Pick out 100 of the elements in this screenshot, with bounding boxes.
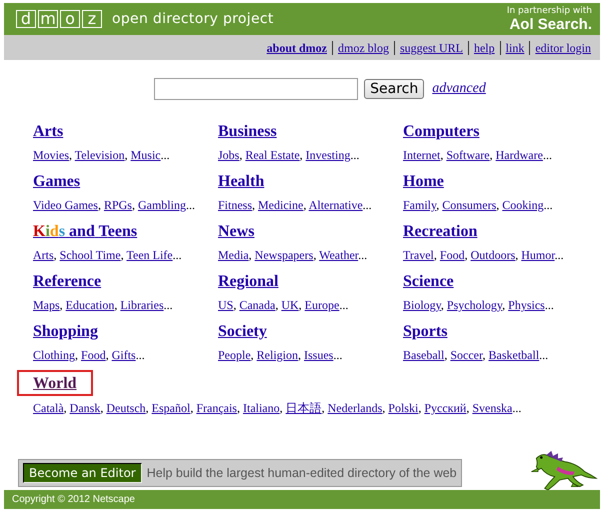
category-link[interactable]: Arts [33,123,64,140]
separator: , [146,401,149,415]
subcategory-link[interactable]: Deutsch [106,401,146,415]
subcategory-link[interactable]: Video Games [33,198,98,212]
category-link[interactable]: Reference [33,273,102,290]
separator: ... [350,148,360,162]
category-link[interactable]: World [33,375,77,392]
advanced-link[interactable]: advanced [432,81,486,97]
separator: , [64,401,67,415]
subcategory-link[interactable]: Dansk [70,401,100,415]
category-link[interactable]: Shopping [33,323,98,340]
subcategory-link[interactable]: Alternative [308,198,363,212]
separator: , [300,148,303,162]
subcategory-link[interactable]: Media [218,248,249,262]
subcategory-link[interactable]: Maps [33,298,60,312]
category-link[interactable]: Games [33,173,80,190]
subcategory-link[interactable]: Food [81,348,106,362]
copyright-text: Copyright © 2012 Netscape [12,494,135,505]
become-editor-button[interactable]: Become an Editor [23,463,142,483]
separator: , [482,348,486,362]
separator: , [233,298,236,312]
subcategory-link[interactable]: Europe [304,298,340,312]
category-link[interactable]: Computers [403,123,480,140]
subcategory-link[interactable]: Hardware [496,148,543,162]
category-link[interactable]: Kids and Teens [33,223,138,240]
subcategory-link[interactable]: Food [440,248,465,262]
separator: ... [544,198,553,212]
search-button[interactable]: Search [364,79,424,99]
nav-link[interactable]: dmoz blog [332,40,394,54]
subcategory-link[interactable]: UK [281,298,299,312]
category-link[interactable]: Society [218,323,267,340]
subcategory-link[interactable]: Français [196,401,237,415]
subcategory-link[interactable]: Physics [508,298,545,312]
subcategory-link[interactable]: Arts [33,248,54,262]
search-field[interactable] [154,78,358,100]
category-link[interactable]: Business [218,123,277,140]
subcategory-link[interactable]: Psychology [446,298,502,312]
separator: , [54,248,57,262]
separator: ... [186,198,195,212]
subcategory-link[interactable]: Internet [403,148,440,162]
nav-link[interactable]: link [500,40,530,54]
subcategory-link[interactable]: US [218,298,234,312]
subcategory-link[interactable]: Teen Life [126,248,173,262]
category-link[interactable]: Home [403,173,444,190]
category-link[interactable]: Sports [403,323,448,340]
subcategory-link[interactable]: Family [403,198,436,212]
subcategory-link[interactable]: Gambling [138,198,186,212]
nav-link[interactable]: suggest URL [394,40,468,54]
subcategory-link[interactable]: Clothing [33,348,76,362]
subcategory-link[interactable]: Gifts [112,348,136,362]
subcategory-link[interactable]: Medicine [258,198,304,212]
subcategory-link[interactable]: Television [74,148,125,162]
subcategory-link[interactable]: People [218,348,251,362]
subcategory-link[interactable]: Cooking [502,198,544,212]
subcategory-link[interactable]: Polski [388,401,418,415]
subcategory-link[interactable]: Basketball [488,348,540,362]
subcategory-link[interactable]: Humor [521,248,555,262]
category-link[interactable]: News [218,223,254,240]
subcategory-link[interactable]: Investing [306,148,350,162]
separator: , [248,248,252,262]
subcategory-link[interactable]: Religion [256,348,298,362]
separator: ... [544,298,554,312]
subcategory-link[interactable]: Software [446,148,490,162]
subcategory-link[interactable]: Canada [239,298,276,312]
subcategory-link[interactable]: Education [66,298,114,312]
category-link[interactable]: Health [218,173,264,190]
subcategory-link[interactable]: 日本語 [286,401,322,415]
subcategory-link[interactable]: School Time [60,248,121,262]
subcategory-link[interactable]: Español [152,401,190,415]
separator: ... [160,148,170,162]
subcategory-link[interactable]: Consumers [442,198,496,212]
separator: , [250,348,254,362]
subcategory-link[interactable]: Movies [33,148,69,162]
subcategory-link[interactable]: Baseball [403,348,444,362]
category-link[interactable]: Regional [218,273,278,290]
subcategory-link[interactable]: Русский [424,401,466,415]
separator: , [124,148,128,162]
subcategory-link[interactable]: Libraries [120,298,164,312]
separator: , [236,401,240,415]
category-link[interactable]: Recreation [403,223,478,240]
subcategory-link[interactable]: Nederlands [328,401,382,415]
subcategory-link[interactable]: Travel [403,248,434,262]
subcategory-link[interactable]: Fitness [218,198,252,212]
subcategory-link[interactable]: Newspapers [254,248,314,262]
subcategory-link[interactable]: Jobs [218,148,240,162]
subcategory-link[interactable]: Biology [403,298,441,312]
subcategory-link[interactable]: Outdoors [470,248,516,262]
nav-link[interactable]: editor login [529,40,596,54]
category-link[interactable]: Science [403,273,454,290]
subcategory-link[interactable]: Català [33,401,64,415]
subcategory-link[interactable]: Weather [319,248,358,262]
nav-link[interactable]: help [468,40,500,54]
subcategory-link[interactable]: RPGs [104,198,132,212]
subcategory-link[interactable]: Soccer [450,348,482,362]
subcategory-link[interactable]: Real Estate [245,148,300,162]
subcategory-link[interactable]: Svenska [472,401,512,415]
subcategory-link[interactable]: Issues [304,348,334,362]
subcategory-link[interactable]: Music [130,148,161,162]
subcategory-link[interactable]: Italiano [242,401,280,415]
nav-link[interactable]: about dmoz [262,40,332,54]
